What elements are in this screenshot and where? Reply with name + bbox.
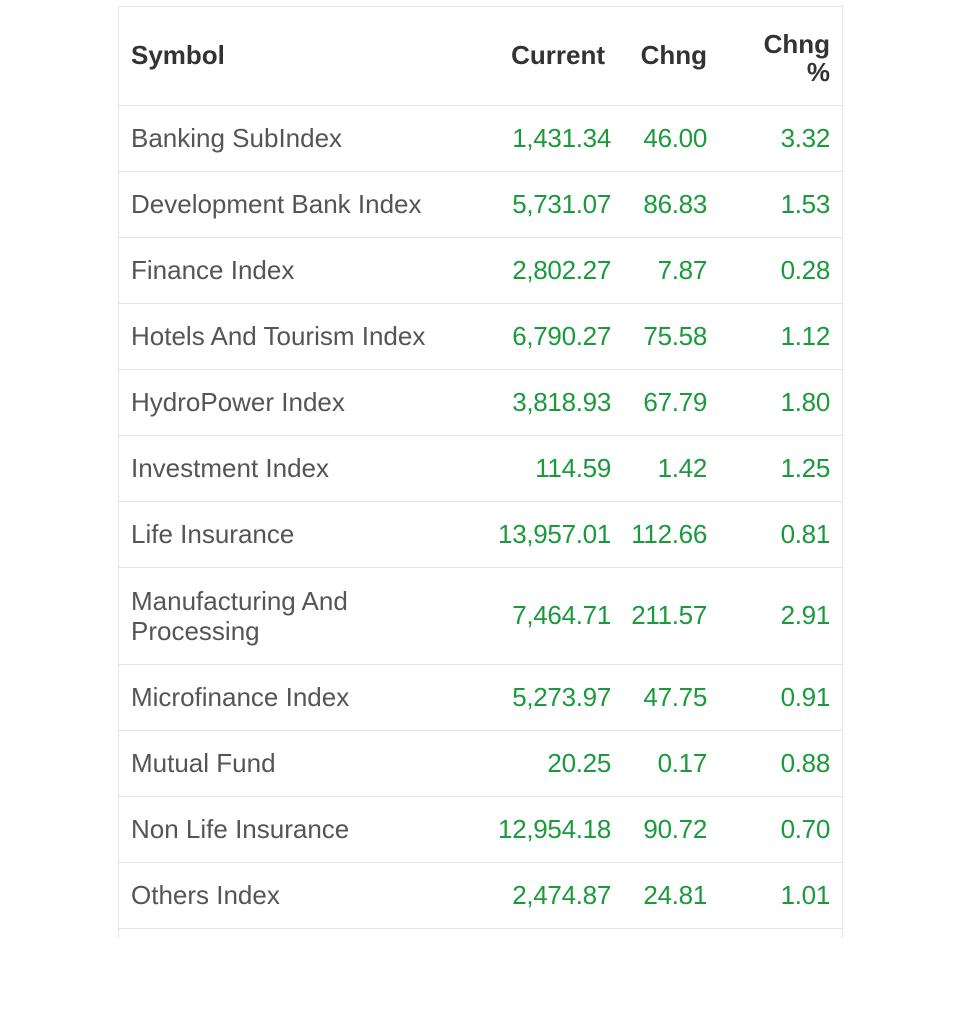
symbol-cell[interactable]: Life Insurance xyxy=(119,501,475,568)
symbol-cell[interactable]: Non Life Insurance xyxy=(119,796,475,863)
table-row[interactable]: Life Insurance 13,957.01 112.66 0.81 xyxy=(119,501,842,568)
symbol-cell[interactable]: Others Index xyxy=(119,862,475,929)
current-value-cell: 2,802.27 xyxy=(475,237,613,304)
change-percent-cell: 2.91 xyxy=(719,567,842,665)
current-value-cell: 5,731.07 xyxy=(475,171,613,238)
symbol-cell[interactable]: Investment Index xyxy=(119,435,475,502)
change-value-cell: 47.75 xyxy=(613,664,719,731)
column-header-current[interactable]: Current xyxy=(475,7,613,106)
symbol-cell[interactable]: HydroPower Index xyxy=(119,369,475,436)
change-percent-cell: 3.32 xyxy=(719,105,842,172)
change-value-cell: 67.79 xyxy=(613,369,719,436)
sub-index-table-container: Symbol Current Chng Chng % Banking SubIn… xyxy=(118,6,843,938)
current-value-cell: 3,818.93 xyxy=(475,369,613,436)
table-row[interactable]: Hotels And Tourism Index 6,790.27 75.58 1.1… xyxy=(119,303,842,370)
sub-index-table: Symbol Current Chng Chng % Banking SubIn… xyxy=(119,7,842,929)
change-value-cell: 112.66 xyxy=(613,501,719,568)
table-row[interactable]: Investment Index 114.59 1.42 1.25 xyxy=(119,435,842,502)
current-value-cell: 20.25 xyxy=(475,730,613,797)
symbol-cell[interactable]: Manufacturing And Processing xyxy=(119,567,475,665)
change-value-cell: 90.72 xyxy=(613,796,719,863)
symbol-cell[interactable]: Microfinance Index xyxy=(119,664,475,731)
current-value-cell: 1,431.34 xyxy=(475,105,613,172)
current-value-cell: 13,957.01 xyxy=(475,501,613,568)
table-row[interactable]: Finance Index 2,802.27 7.87 0.28 xyxy=(119,237,842,304)
table-row[interactable]: HydroPower Index 3,818.93 67.79 1.80 xyxy=(119,369,842,436)
change-value-cell: 0.17 xyxy=(613,730,719,797)
table-row[interactable]: Microfinance Index 5,273.97 47.75 0.91 xyxy=(119,664,842,731)
symbol-cell[interactable]: Development Bank Index xyxy=(119,171,475,238)
change-value-cell: 211.57 xyxy=(613,567,719,665)
table-row[interactable]: Mutual Fund 20.25 0.17 0.88 xyxy=(119,730,842,797)
symbol-cell[interactable]: Hotels And Tourism Index xyxy=(119,303,475,370)
change-percent-cell: 1.01 xyxy=(719,862,842,929)
current-value-cell: 12,954.18 xyxy=(475,796,613,863)
symbol-cell[interactable]: Finance Index xyxy=(119,237,475,304)
change-value-cell: 46.00 xyxy=(613,105,719,172)
table-body: Banking SubIndex 1,431.34 46.00 3.32 Develop… xyxy=(119,105,842,929)
column-header-chng-pct-line1: Chng xyxy=(763,28,830,59)
symbol-cell[interactable]: Banking SubIndex xyxy=(119,105,475,172)
change-percent-cell: 0.70 xyxy=(719,796,842,863)
table-row[interactable]: Development Bank Index 5,731.07 86.83 1.53 xyxy=(119,171,842,238)
change-value-cell: 24.81 xyxy=(613,862,719,929)
change-value-cell: 75.58 xyxy=(613,303,719,370)
table-row[interactable]: Manufacturing And Processing 7,464.71 211.… xyxy=(119,567,842,665)
column-header-chng[interactable]: Chng xyxy=(613,7,719,106)
change-value-cell: 1.42 xyxy=(613,435,719,502)
change-percent-cell: 0.88 xyxy=(719,730,842,797)
table-row[interactable]: Non Life Insurance 12,954.18 90.72 0.70 xyxy=(119,796,842,863)
column-header-symbol[interactable]: Symbol xyxy=(119,7,475,106)
current-value-cell: 6,790.27 xyxy=(475,303,613,370)
current-value-cell: 2,474.87 xyxy=(475,862,613,929)
change-percent-cell: 0.28 xyxy=(719,237,842,304)
current-value-cell: 5,273.97 xyxy=(475,664,613,731)
change-percent-cell: 1.25 xyxy=(719,435,842,502)
table-row[interactable]: Banking SubIndex 1,431.34 46.00 3.32 xyxy=(119,105,842,172)
current-value-cell: 7,464.71 xyxy=(475,567,613,665)
change-percent-cell: 1.53 xyxy=(719,171,842,238)
table-header-row: Symbol Current Chng Chng % xyxy=(119,7,842,106)
change-value-cell: 7.87 xyxy=(613,237,719,304)
change-percent-cell: 0.81 xyxy=(719,501,842,568)
table-row[interactable]: Others Index 2,474.87 24.81 1.01 xyxy=(119,862,842,929)
change-percent-cell: 1.12 xyxy=(719,303,842,370)
column-header-chng-pct[interactable]: Chng % xyxy=(719,7,842,106)
change-percent-cell: 0.91 xyxy=(719,664,842,731)
change-value-cell: 86.83 xyxy=(613,171,719,238)
symbol-cell[interactable]: Mutual Fund xyxy=(119,730,475,797)
current-value-cell: 114.59 xyxy=(475,435,613,502)
change-percent-cell: 1.80 xyxy=(719,369,842,436)
column-header-chng-pct-line2: % xyxy=(806,56,830,87)
